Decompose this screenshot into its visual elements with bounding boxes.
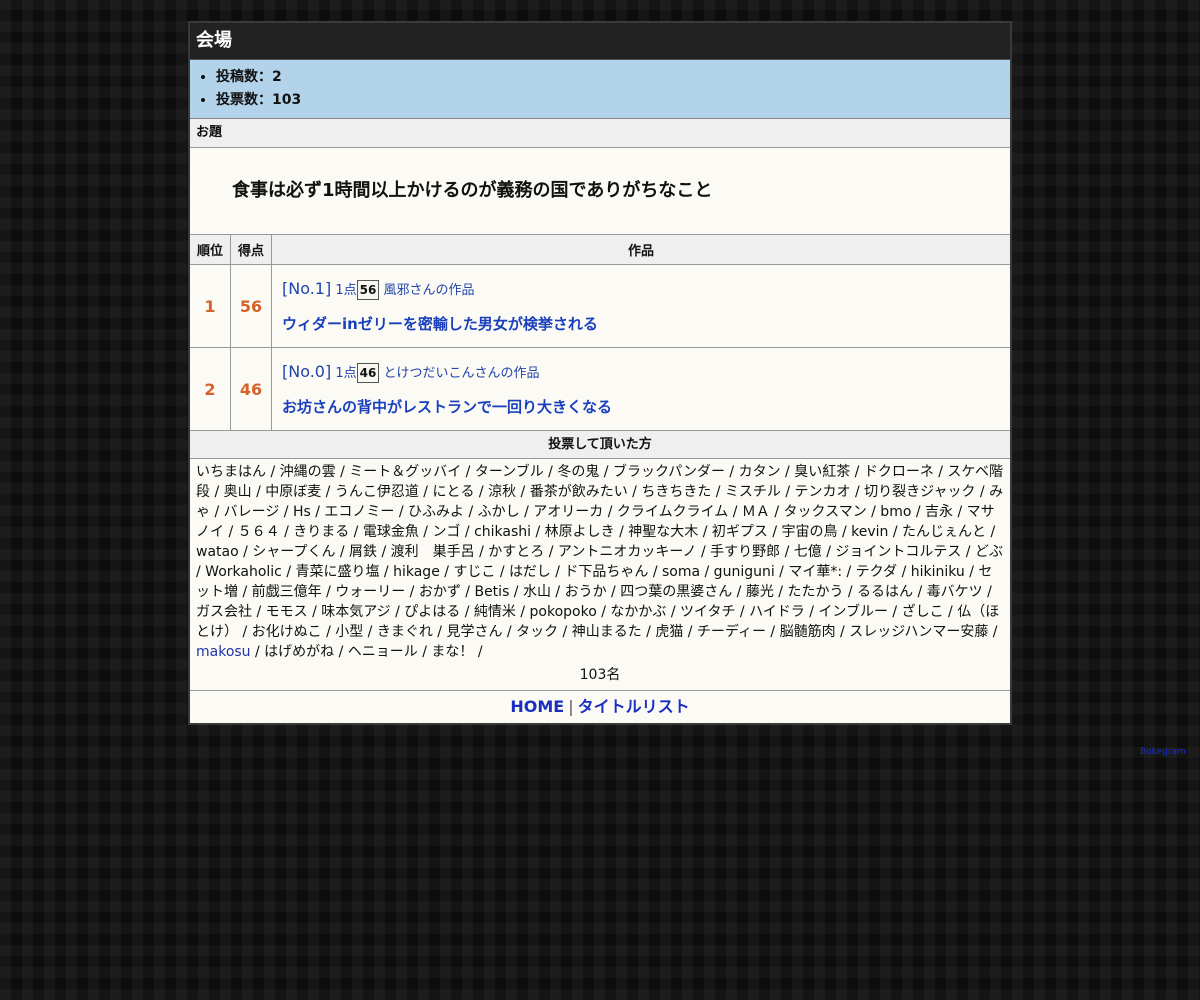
- voter-link[interactable]: makosu: [196, 644, 251, 660]
- venue-title: 会場: [190, 23, 1010, 60]
- voters-heading: 投票して頂いた方: [190, 431, 1010, 459]
- voters-text-rest: / はげめがね / ヘニョール / まな！ /: [250, 644, 483, 660]
- entry-author[interactable]: 風邪さんの作品: [384, 283, 475, 298]
- points-label: 1点: [335, 365, 357, 381]
- entry-meta: [No.1] 1点 56 風邪さんの作品: [282, 279, 1009, 301]
- rank-cell: 2: [190, 347, 231, 431]
- submission-count: 投稿数：2: [216, 66, 1010, 89]
- table-row: 1 56 [No.1] 1点 56 風邪さんの作品 ウィダーinゼリーを密輸した男…: [190, 264, 1010, 348]
- work-header: 作品: [271, 235, 1010, 265]
- table-row: 2 46 [No.0] 1点 46 とけつだいこんさんの作品 お坊さんの背中がレス…: [190, 347, 1010, 431]
- entry-author[interactable]: とけつだいこんさんの作品: [384, 366, 540, 381]
- vote-count: 投票数：103: [216, 89, 1010, 112]
- stats-list: 投稿数：2 投票数：103: [190, 66, 1010, 112]
- work-cell: [No.0] 1点 46 とけつだいこんさんの作品 お坊さんの背中がレストランで一…: [271, 347, 1010, 431]
- stats-box: 投稿数：2 投票数：103: [190, 60, 1010, 119]
- entry-title[interactable]: ウィダーinゼリーを密輸した男女が検挙される: [282, 313, 1009, 334]
- entry-title[interactable]: お坊さんの背中がレストランで一回り大きくなる: [282, 396, 1009, 417]
- voters-list: いちまはん / 沖縄の雲 / ミート＆グッバイ / ターンブル / 冬の鬼 / …: [190, 459, 1010, 662]
- title-list-link[interactable]: タイトルリスト: [578, 697, 690, 716]
- results-table: 順位 得点 作品 1 56 [No.1] 1点 56 風邪さんの作品 ウィダーin…: [190, 235, 1010, 431]
- credit-link[interactable]: Bokegram: [1140, 747, 1186, 757]
- prompt-text: 食事は必ず1時間以上かけるのが義務の国でありがちなこと: [190, 148, 1010, 235]
- work-cell: [No.1] 1点 56 風邪さんの作品 ウィダーinゼリーを密輸した男女が検挙さ…: [271, 264, 1010, 348]
- venue-panel: 会場 投稿数：2 投票数：103 お題 食事は必ず1時間以上かけるのが義務の国で…: [188, 21, 1012, 725]
- voter-count: 103名: [190, 662, 1010, 691]
- nav-separator: |: [568, 697, 574, 716]
- rank-cell: 1: [190, 264, 231, 348]
- score-header: 得点: [230, 235, 272, 265]
- rank-header: 順位: [190, 235, 231, 265]
- results-header-row: 順位 得点 作品: [190, 235, 1010, 265]
- points-box: 56: [356, 279, 380, 300]
- points-label: 1点: [335, 282, 357, 298]
- entry-number[interactable]: [No.1]: [282, 279, 331, 298]
- home-link[interactable]: HOME: [510, 697, 564, 716]
- prompt-heading: お題: [190, 119, 1010, 148]
- score-cell: 56: [230, 264, 272, 348]
- footer-nav: HOME | タイトルリスト: [190, 691, 1010, 723]
- points-box: 46: [356, 362, 380, 383]
- entry-meta: [No.0] 1点 46 とけつだいこんさんの作品: [282, 362, 1009, 384]
- voters-text: いちまはん / 沖縄の雲 / ミート＆グッバイ / ターンブル / 冬の鬼 / …: [196, 464, 1004, 640]
- score-cell: 46: [230, 347, 272, 431]
- entry-number[interactable]: [No.0]: [282, 362, 331, 381]
